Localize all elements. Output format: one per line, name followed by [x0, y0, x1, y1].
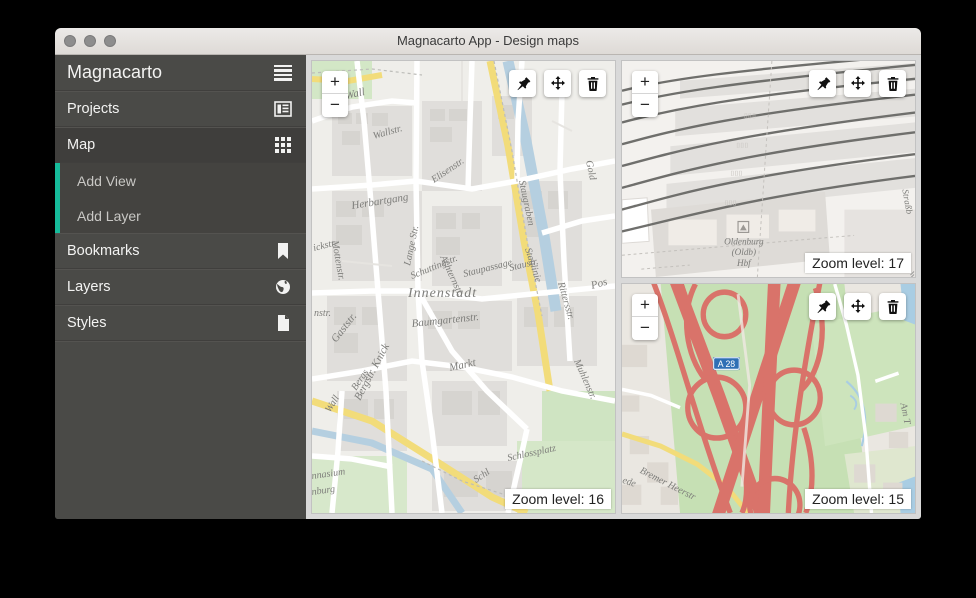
move-icon	[850, 75, 865, 90]
svg-text:A 28: A 28	[718, 359, 735, 369]
delete-button[interactable]	[579, 70, 606, 97]
svg-text:⌷⌷⌷: ⌷⌷⌷	[736, 143, 748, 150]
sidebar-filler	[55, 341, 306, 519]
document-icon	[274, 314, 292, 332]
sidebar-brand-label: Magnacarto	[67, 62, 163, 82]
map-column-left: Wall Wallstr. Herbartgang Elisenstr. Lan…	[311, 60, 616, 514]
trash-icon	[587, 76, 598, 91]
sidebar-item-styles[interactable]: Styles	[55, 305, 306, 341]
delete-button[interactable]	[879, 70, 906, 97]
sidebar-item-label: Projects	[67, 101, 120, 117]
sidebar-item-label: Bookmarks	[67, 243, 140, 259]
svg-text:⌷⌷⌷: ⌷⌷⌷	[744, 113, 756, 120]
zoom-out-button[interactable]: −	[632, 94, 658, 117]
sidebar-subitem-label: Add Layer	[77, 207, 141, 224]
sidebar-item-projects[interactable]: Projects	[55, 91, 306, 127]
zoom-control-railway[interactable]: + −	[632, 71, 658, 117]
app-window: Magnacarto App - Design maps Magnacarto …	[55, 28, 921, 519]
pin-button[interactable]	[809, 293, 836, 320]
hamburger-menu-icon[interactable]	[274, 64, 292, 82]
sidebar: Magnacarto Projects Map Add View Add Lay…	[55, 55, 306, 519]
zoom-control-motorway[interactable]: + −	[632, 294, 658, 340]
sidebar-subitem-label: Add View	[77, 172, 136, 189]
city-center-map-image: Wall Wallstr. Herbartgang Elisenstr. Lan…	[312, 61, 615, 513]
sidebar-item-bookmarks[interactable]: Bookmarks	[55, 233, 306, 269]
window-title: Magnacarto App - Design maps	[396, 33, 580, 48]
zoom-out-button[interactable]: −	[322, 94, 348, 117]
zoom-level-label-motorway: Zoom level: 15	[805, 489, 911, 509]
road-shield-a28: A 28	[712, 356, 740, 371]
panel-resize-handle[interactable]	[904, 266, 914, 276]
sidebar-subitem-add-view[interactable]: Add View	[55, 163, 306, 198]
sidebar-subitem-add-layer[interactable]: Add Layer	[55, 198, 306, 233]
map-toolbar-motorway	[809, 293, 906, 320]
map-column-right: ⌷⌷⌷ ⌷⌷⌷ ⌷⌷⌷ ⌷⌷⌷ Oldenburg (Oldb) Hbf Straß…	[621, 60, 916, 514]
svg-text:Hbf: Hbf	[736, 258, 752, 269]
pin-button[interactable]	[809, 70, 836, 97]
window-titlebar: Magnacarto App - Design maps	[55, 28, 921, 55]
svg-text:Innenstadt: Innenstadt	[407, 286, 477, 301]
delete-button[interactable]	[879, 293, 906, 320]
zoom-level-label-city: Zoom level: 16	[505, 489, 611, 509]
list-view-icon	[274, 100, 292, 118]
zoom-level-label-railway: Zoom level: 17	[805, 253, 911, 273]
pin-icon	[517, 76, 530, 90]
map-panel-motorway-interchange[interactable]: A 28 Bremer Heerstr ede Am T + − Zoom le…	[621, 283, 916, 514]
sidebar-item-layers[interactable]: Layers	[55, 269, 306, 305]
trash-icon	[887, 299, 898, 314]
sidebar-item-label: Styles	[67, 315, 107, 331]
pin-icon	[817, 76, 830, 90]
grid-icon	[274, 136, 292, 154]
svg-text:(Oldb): (Oldb)	[732, 247, 756, 258]
sidebar-map-group: Map Add View Add Layer	[55, 127, 306, 233]
map-grid: Wall Wallstr. Herbartgang Elisenstr. Lan…	[306, 55, 921, 519]
zoom-in-button[interactable]: +	[322, 71, 348, 94]
zoom-control-city[interactable]: + −	[322, 71, 348, 117]
move-button[interactable]	[844, 70, 871, 97]
zoom-in-button[interactable]: +	[632, 71, 658, 94]
svg-text:⌷⌷⌷: ⌷⌷⌷	[730, 171, 742, 178]
move-icon	[850, 298, 865, 313]
map-panel-railway-station[interactable]: ⌷⌷⌷ ⌷⌷⌷ ⌷⌷⌷ ⌷⌷⌷ Oldenburg (Oldb) Hbf Straß…	[621, 60, 916, 278]
pin-button[interactable]	[509, 70, 536, 97]
sidebar-item-label: Map	[67, 137, 96, 153]
trash-icon	[887, 76, 898, 91]
move-button[interactable]	[544, 70, 571, 97]
svg-text:Oldenburg: Oldenburg	[724, 237, 764, 247]
bookmark-icon	[274, 242, 292, 260]
map-toolbar-city	[509, 70, 606, 97]
globe-icon	[274, 278, 292, 296]
map-panel-city-center[interactable]: Wall Wallstr. Herbartgang Elisenstr. Lan…	[311, 60, 616, 514]
zoom-out-button[interactable]: −	[632, 317, 658, 340]
sidebar-item-map[interactable]: Map	[55, 127, 306, 163]
zoom-in-button[interactable]: +	[632, 294, 658, 317]
move-icon	[550, 75, 565, 90]
move-button[interactable]	[844, 293, 871, 320]
window-body: Magnacarto Projects Map Add View Add Lay…	[55, 55, 921, 519]
svg-text:⌷⌷⌷: ⌷⌷⌷	[725, 201, 737, 208]
sidebar-item-label: Layers	[67, 279, 111, 295]
sidebar-brand[interactable]: Magnacarto	[55, 55, 306, 91]
svg-text:nstr.: nstr.	[314, 308, 331, 319]
map-toolbar-railway	[809, 70, 906, 97]
pin-icon	[817, 299, 830, 313]
